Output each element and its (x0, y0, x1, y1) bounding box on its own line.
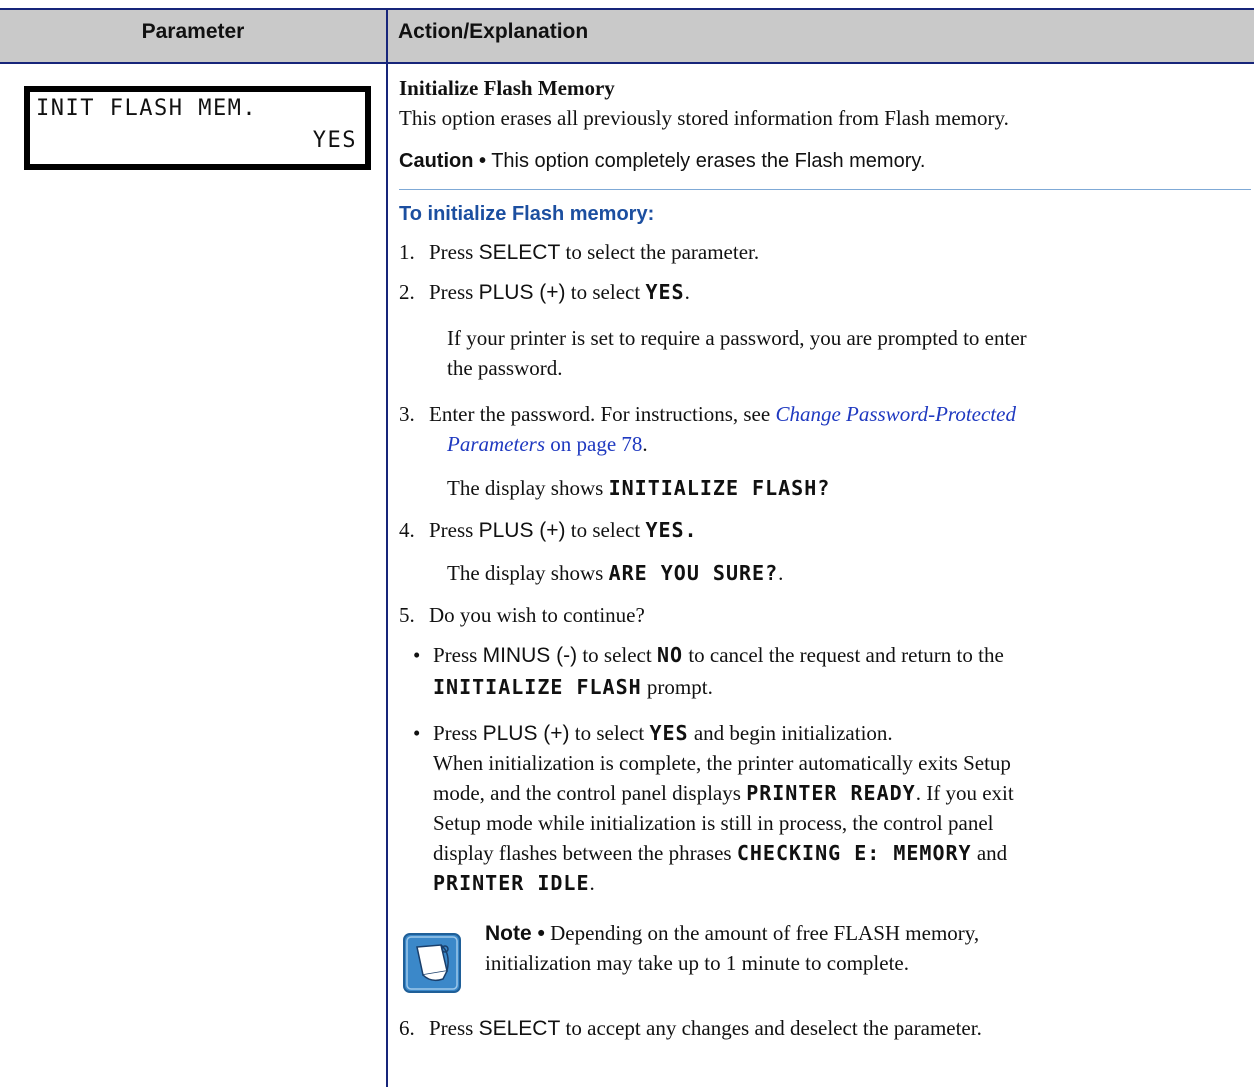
section-title: Initialize Flash Memory (399, 76, 615, 100)
button-plus-ref: PLUS (+) (478, 519, 566, 542)
step-text: Press (429, 1016, 479, 1040)
header-divider (386, 8, 388, 64)
lcd-text-are-you-sure: ARE YOU SURE? (608, 561, 779, 585)
lcd-line-1: INIT FLASH MEM. (36, 96, 258, 121)
lcd-text-printer-idle: PRINTER IDLE (433, 871, 590, 895)
step-text: and (971, 841, 1008, 865)
step-text: . If you exit (915, 781, 1014, 805)
step-text: Press (429, 280, 479, 304)
step-text: to select (565, 280, 646, 304)
step-text: to select (577, 643, 657, 667)
step-number: 3. (399, 402, 415, 426)
lcd-text-checking-memory: CHECKING E: MEMORY (736, 841, 972, 865)
step-text: and begin initialization. (688, 721, 893, 745)
note-line-1: Note • Depending on the amount of free F… (485, 919, 979, 948)
header-action: Action/Explanation (398, 20, 589, 43)
column-divider (386, 64, 388, 1087)
caution-label: Caution • (399, 150, 486, 172)
bullet-icon: • (413, 643, 421, 667)
step-2: 2. Press PLUS (+) to select YES. (399, 278, 690, 307)
step-3-display: The display shows INITIALIZE FLASH? (447, 474, 830, 502)
cross-reference-link-cont[interactable]: Parameters (447, 432, 545, 456)
procedure-heading: To initialize Flash memory: (399, 203, 655, 225)
lcd-text-yes: YES (645, 280, 685, 304)
note-label: Note • (485, 922, 545, 945)
button-minus-ref: MINUS (-) (482, 644, 578, 667)
bullet-2-line-5: display flashes between the phrases CHEC… (433, 839, 1007, 867)
parameter-table: Parameter Action/Explanation INIT FLASH … (0, 0, 1254, 1087)
step-5: 5. Do you wish to continue? (399, 601, 645, 629)
step-text: . (642, 432, 648, 456)
lcd-text-initialize-flash: INITIALIZE FLASH? (608, 476, 831, 500)
step-1: 1. Press SELECT to select the parameter. (399, 238, 759, 267)
step-number: 6. (399, 1016, 415, 1040)
step-text: Press (433, 643, 483, 667)
cross-reference-link[interactable]: Change Password-Protected (775, 402, 1016, 426)
step-6: 6. Press SELECT to accept any changes and… (399, 1014, 982, 1043)
lcd-text-yes: YES (649, 721, 689, 745)
step-text: . (684, 280, 690, 304)
step-text: to select (565, 518, 646, 542)
button-plus-ref: PLUS (+) (482, 722, 570, 745)
caution-text: This option completely erases the Flash … (486, 150, 926, 172)
lcd-line-2: YES (312, 128, 357, 153)
bullet-2-line-4: Setup mode while initialization is still… (433, 811, 994, 835)
step-text: The display shows (447, 476, 609, 500)
step-text: Do you wish to continue? (429, 603, 645, 627)
step-3: 3. Enter the password. For instructions, … (399, 400, 1016, 428)
step-text: The display shows (447, 561, 609, 585)
bullet-2-line-3: mode, and the control panel displays PRI… (433, 779, 1014, 807)
step-text: . (589, 871, 595, 895)
section-separator (399, 189, 1251, 190)
step-text: Press (429, 240, 479, 264)
step-text: . (778, 561, 784, 585)
caution-line: Caution • This option completely erases … (399, 147, 925, 175)
step-text: to select (569, 721, 650, 745)
button-plus-ref: PLUS (+) (478, 281, 566, 304)
step-text: to accept any changes and deselect the p… (560, 1016, 982, 1040)
header-parameter: Parameter (141, 20, 245, 43)
step-number: 2. (399, 280, 415, 304)
button-select-ref: SELECT (478, 241, 561, 264)
step-2-note-line-1: If your printer is set to require a pass… (447, 326, 1027, 350)
note-icon (403, 933, 461, 993)
bullet-2-line-2: When initialization is complete, the pri… (433, 751, 1011, 775)
step-text: Press (429, 518, 479, 542)
note-text: Depending on the amount of free FLASH me… (544, 921, 980, 945)
step-4: 4. Press PLUS (+) to select YES. (399, 516, 698, 545)
lcd-text-initialize-flash: INITIALIZE FLASH (433, 675, 642, 699)
lcd-text-yes: YES. (645, 518, 698, 542)
lcd-display: INIT FLASH MEM. YES (24, 86, 371, 170)
step-text: to select the parameter. (560, 240, 760, 264)
bullet-icon: • (413, 721, 421, 745)
bullet-2-line-6: PRINTER IDLE. (433, 869, 595, 897)
button-select-ref: SELECT (478, 1017, 561, 1040)
step-text: Press (433, 721, 483, 745)
lcd-text-printer-ready: PRINTER READY (746, 781, 916, 805)
note-line-2: initialization may take up to 1 minute t… (485, 951, 909, 975)
step-text: Enter the password. For instructions, se… (429, 402, 776, 426)
bullet-1-line-2: INITIALIZE FLASH prompt. (433, 673, 713, 701)
section-description: This option erases all previously stored… (399, 106, 1009, 130)
step-text: prompt. (641, 675, 713, 699)
lcd-text-no: NO (656, 643, 684, 667)
step-4-display: The display shows ARE YOU SURE?. (447, 559, 783, 587)
page-reference-link[interactable]: on page 78 (545, 432, 642, 456)
step-3-line-2: Parameters on page 78. (447, 430, 648, 458)
step-text: display flashes between the phrases (433, 841, 737, 865)
step-number: 1. (399, 240, 415, 264)
step-text: to cancel the request and return to the (683, 643, 1004, 667)
step-number: 4. (399, 518, 415, 542)
step-text: mode, and the control panel displays (433, 781, 747, 805)
step-2-note-line-2: the password. (447, 356, 563, 380)
step-number: 5. (399, 603, 415, 627)
